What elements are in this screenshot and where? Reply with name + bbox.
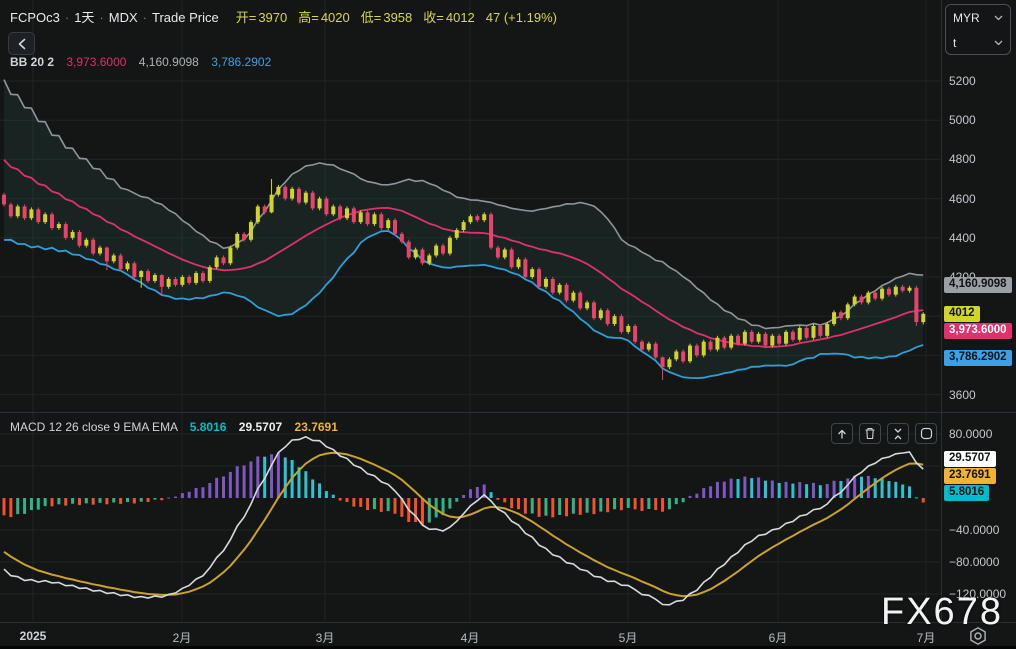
- price-badge: 5.8016: [944, 485, 990, 502]
- time-axis-label: 7月: [916, 631, 936, 645]
- time-axis-label: 6月: [768, 631, 788, 645]
- maximize-pane-button[interactable]: [915, 423, 937, 444]
- macd-axis-tick: 80.0000: [949, 427, 993, 441]
- hexagon-gear-icon: [970, 627, 986, 645]
- low-label: 低=: [360, 10, 382, 25]
- time-scale[interactable]: 2025 2月 3月 4月 5月 6月 7月: [0, 622, 1016, 649]
- price-badge: 29.5707: [944, 451, 996, 468]
- high-label: 高=: [298, 10, 319, 25]
- chevron-down-icon: [994, 15, 1003, 20]
- exchange-label: MDX: [108, 10, 138, 25]
- separator-dot: ·: [64, 10, 70, 25]
- currency-value: MYR: [953, 10, 980, 25]
- interval-label: 1天: [74, 10, 95, 25]
- delete-pane-button[interactable]: [859, 423, 881, 444]
- macd-indicator-legend: MACD 12 26 close 9 EMA EMA 5.8016 29.570…: [10, 420, 338, 434]
- time-axis-label: 2月: [172, 631, 192, 645]
- price-axis-tick: 5000: [949, 113, 976, 128]
- macd-hist-value: 5.8016: [189, 420, 227, 434]
- currency-unit-widget: MYR t: [945, 4, 1011, 55]
- price-axis-tick: 4600: [949, 191, 976, 206]
- chevron-left-icon: [18, 38, 25, 49]
- low-value: 3958: [383, 10, 413, 25]
- separator-dot: ·: [142, 10, 147, 25]
- macd-axis-tick: −40.0000: [949, 523, 1000, 537]
- unit-selector[interactable]: t: [946, 30, 1010, 55]
- chart-canvas[interactable]: [0, 0, 1016, 649]
- symbol-name: FCPOc3: [10, 10, 60, 25]
- open-label: 开=: [235, 10, 257, 25]
- price-axis-tick: 4800: [949, 152, 976, 167]
- price-badge: 23.7691: [944, 468, 996, 485]
- currency-selector[interactable]: MYR: [946, 5, 1010, 30]
- pane-controls: [831, 423, 937, 444]
- bb-upper-value: 4,160.9098: [138, 55, 199, 69]
- ohlc-values: 开= 3970 高= 4020 低= 3958 收= 4012 47 (+1.19%): [229, 10, 559, 25]
- close-label: 收=: [423, 10, 444, 25]
- arrow-up-icon: [838, 429, 846, 438]
- price-axis-tick: 5200: [949, 74, 976, 88]
- bb-title: BB 20 2: [10, 55, 55, 69]
- bb-mid-value: 3,973.6000: [66, 55, 127, 69]
- macd-title: MACD 12 26 close 9 EMA EMA: [10, 420, 178, 434]
- price-axis-tick: 4400: [949, 230, 976, 245]
- macd-line-value: 29.5707: [238, 420, 283, 434]
- move-pane-up-button[interactable]: [831, 423, 853, 444]
- close-value: 4012: [445, 10, 475, 25]
- unit-value: t: [953, 35, 957, 50]
- change-value: 47 (+1.19%): [485, 10, 557, 25]
- price-axis-tick: 3600: [949, 387, 976, 402]
- price-scale[interactable]: 520050004800460044004200360080.0000−40.0…: [941, 0, 1016, 622]
- bb-lower-value: 3,786.2902: [211, 55, 272, 69]
- bb-indicator-legend: BB 20 2 3,973.6000 4,160.9098 3,786.2902: [10, 55, 271, 69]
- price-badge: 4012: [944, 305, 980, 322]
- collapse-icon: [894, 428, 902, 439]
- price-badge: 3,973.6000: [944, 322, 1012, 339]
- timezone-settings-icon[interactable]: [967, 625, 989, 649]
- separator-dot: ·: [99, 10, 104, 25]
- time-axis-label: 3月: [315, 631, 335, 645]
- maximize-icon: [920, 427, 932, 440]
- high-value: 4020: [320, 10, 350, 25]
- chart-window: FCPOc3 · 1天 · MDX · Trade Price 开= 3970 高= 4020 低= 3…: [0, 0, 1016, 649]
- pane-divider[interactable]: [0, 412, 1016, 413]
- series-type-label: Trade Price: [152, 10, 219, 25]
- open-value: 3970: [258, 10, 288, 25]
- time-axis-label: 4月: [460, 631, 480, 645]
- time-axis-label: 5月: [618, 631, 638, 645]
- time-axis-label: 2025: [19, 629, 47, 643]
- back-button[interactable]: [8, 32, 35, 55]
- macd-axis-tick: −80.0000: [949, 555, 1000, 569]
- price-badge: 3,786.2902: [944, 350, 1012, 367]
- price-badge: 4,160.9098: [944, 276, 1012, 293]
- trash-icon: [865, 427, 875, 440]
- symbol-header: FCPOc3 · 1天 · MDX · Trade Price 开= 3970 高= 4020 低= 3…: [10, 7, 559, 26]
- collapse-pane-button[interactable]: [887, 423, 909, 444]
- chevron-down-icon: [994, 40, 1003, 45]
- macd-signal-value: 23.7691: [294, 420, 338, 434]
- macd-axis-tick: −120.0000: [949, 587, 1007, 601]
